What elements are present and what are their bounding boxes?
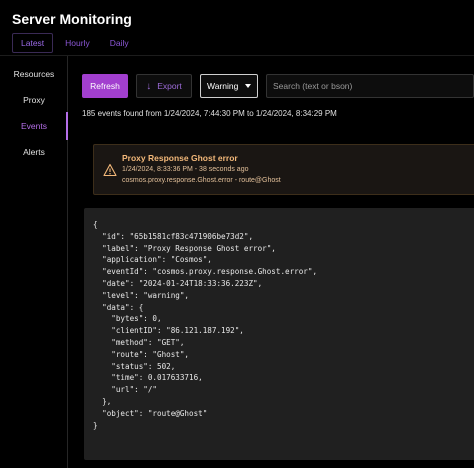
sidebar-active-indicator bbox=[66, 112, 68, 140]
json-line: "route": "Ghost", bbox=[93, 349, 190, 359]
sidebar-item-proxy[interactable]: Proxy bbox=[0, 95, 68, 105]
events-summary: 185 events found from 1/24/2024, 7:44:30… bbox=[82, 109, 337, 118]
sidebar-item-resources[interactable]: Resources bbox=[0, 69, 68, 79]
json-line: "time": 0.017633716, bbox=[93, 373, 203, 383]
app-window: Server Monitoring Latest Hourly Daily Re… bbox=[0, 0, 474, 468]
tab-hourly[interactable]: Hourly bbox=[57, 34, 98, 52]
search-input[interactable] bbox=[266, 74, 474, 98]
json-line: { bbox=[93, 220, 98, 229]
json-line: "url": "/" bbox=[93, 385, 158, 395]
tab-latest[interactable]: Latest bbox=[12, 33, 54, 53]
json-line: } bbox=[93, 420, 98, 430]
event-json-viewer: { "id": "65b1581cf83c471906be73d2", "lab… bbox=[84, 208, 474, 460]
download-arrow-icon: ↓ bbox=[146, 80, 152, 92]
event-time: 1/24/2024, 8:33:36 PM - 38 seconds ago bbox=[122, 166, 249, 173]
event-source: cosmos.proxy.response.Ghost.error - rout… bbox=[122, 177, 281, 184]
caret-down-icon bbox=[245, 84, 251, 88]
json-line: }, bbox=[93, 396, 112, 406]
event-alert-card[interactable]: Proxy Response Ghost error 1/24/2024, 8:… bbox=[93, 144, 474, 195]
json-line: "application": "Cosmos", bbox=[93, 255, 212, 265]
event-title: Proxy Response Ghost error bbox=[122, 153, 238, 163]
json-line: "date": "2024-01-24T18:33:36.223Z", bbox=[93, 278, 263, 288]
json-line: "eventId": "cosmos.proxy.response.Ghost.… bbox=[93, 267, 318, 277]
warning-triangle-icon bbox=[103, 163, 117, 177]
page-title: Server Monitoring bbox=[12, 11, 132, 27]
json-line: "status": 502, bbox=[93, 361, 176, 371]
time-range-tabs: Latest Hourly Daily bbox=[12, 33, 141, 53]
sidebar-item-events[interactable]: Events bbox=[0, 121, 68, 131]
header-divider bbox=[0, 55, 474, 56]
export-button[interactable]: ↓ Export bbox=[136, 74, 192, 98]
export-button-label: Export bbox=[157, 81, 182, 91]
level-select-value: Warning bbox=[207, 81, 239, 91]
tab-daily[interactable]: Daily bbox=[102, 34, 137, 52]
event-json-code: { "id": "65b1581cf83c471906be73d2", "lab… bbox=[93, 219, 317, 431]
sidebar: Resources Proxy Events Alerts bbox=[0, 56, 68, 468]
json-line: "level": "warning", bbox=[93, 290, 190, 300]
json-line: "data": { bbox=[93, 302, 144, 312]
json-line: "clientID": "86.121.187.192", bbox=[93, 326, 244, 336]
json-line: "label": "Proxy Response Ghost error", bbox=[93, 243, 276, 253]
refresh-button[interactable]: Refresh bbox=[82, 74, 128, 98]
json-line: "object": "route@Ghost" bbox=[93, 408, 208, 418]
events-toolbar: Refresh ↓ Export Warning bbox=[82, 74, 474, 98]
json-line: "method": "GET", bbox=[93, 337, 185, 347]
sidebar-item-alerts[interactable]: Alerts bbox=[0, 147, 68, 157]
json-line: "id": "65b1581cf83c471906be73d2", bbox=[93, 231, 254, 241]
json-line: "bytes": 0, bbox=[93, 314, 162, 324]
level-select[interactable]: Warning bbox=[200, 74, 258, 98]
